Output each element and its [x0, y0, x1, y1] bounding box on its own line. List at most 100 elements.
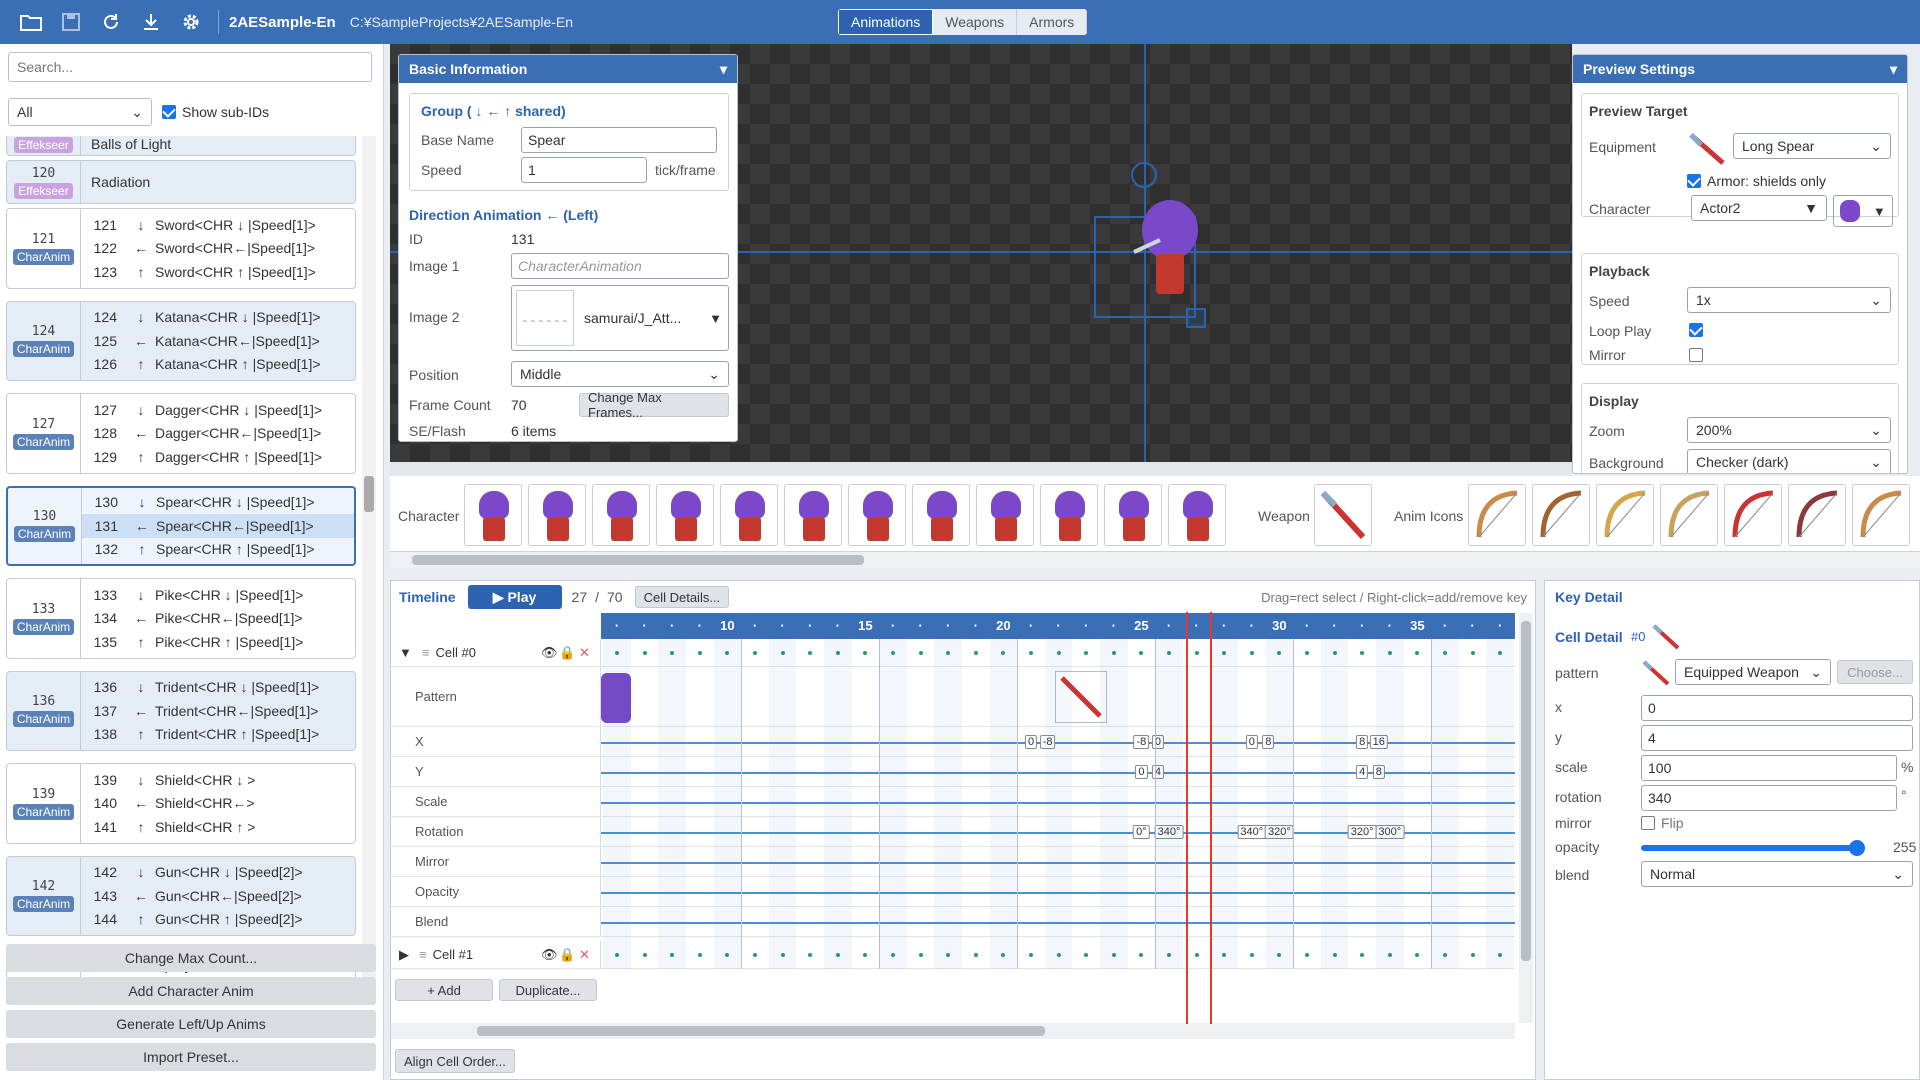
- reload-icon[interactable]: [98, 9, 124, 35]
- list-item[interactable]: 124 CharAnim 124 ↓ Katana<CHR ↓ |Speed[1]> 12…: [6, 300, 356, 381]
- armor-checkbox[interactable]: [1687, 174, 1701, 188]
- key-value[interactable]: 300°: [1375, 824, 1405, 839]
- flip-checkbox[interactable]: [1641, 816, 1655, 830]
- sub-row[interactable]: 138 ↑ Trident<CHR ↑ |Speed[1]>: [81, 723, 355, 747]
- sub-row[interactable]: 141 ↑ Shield<CHR ↑ >: [81, 815, 355, 839]
- property-track[interactable]: [601, 639, 1515, 666]
- key-value[interactable]: 340°: [1237, 824, 1267, 839]
- generate-left-up-button[interactable]: Generate Left/Up Anims: [6, 1010, 376, 1038]
- character-frame-thumb[interactable]: [528, 484, 586, 546]
- blend-select[interactable]: Normal ⌄: [1641, 861, 1913, 887]
- list-item[interactable]: 136 CharAnim 136 ↓ Trident<CHR ↓ |Speed[1]> 1…: [6, 670, 356, 751]
- key-value[interactable]: 0: [1151, 734, 1165, 749]
- property-track[interactable]: [601, 667, 1515, 726]
- drag-handle-icon[interactable]: ≡: [422, 645, 430, 660]
- open-folder-icon[interactable]: [18, 9, 44, 35]
- gear-icon[interactable]: [178, 9, 204, 35]
- cell-header[interactable]: ▼ ≡ Cell #0 👁 🔒 ✕: [391, 639, 601, 666]
- sub-row[interactable]: 130 ↓ Spear<CHR ↓ |Speed[1]>: [82, 491, 354, 515]
- show-subids-checkbox[interactable]: [162, 105, 176, 119]
- expand-icon[interactable]: ▼: [399, 645, 412, 660]
- key-value[interactable]: 320°: [1347, 824, 1377, 839]
- property-track[interactable]: 0° 340° 340° 320° 320° 300°: [601, 817, 1515, 846]
- add-character-anim-button[interactable]: Add Character Anim: [6, 977, 376, 1005]
- key-value[interactable]: -8: [1039, 734, 1056, 749]
- sub-row[interactable]: 128 ← Dagger<CHR←|Speed[1]>: [81, 422, 355, 446]
- delete-icon[interactable]: ✕: [579, 645, 590, 661]
- bow-icon[interactable]: [1596, 484, 1654, 546]
- rotation-input[interactable]: 340: [1641, 785, 1897, 811]
- character-frame-thumb[interactable]: [912, 484, 970, 546]
- timeline-v-thumb[interactable]: [1521, 621, 1531, 961]
- scale-input[interactable]: 100: [1641, 755, 1897, 781]
- change-max-frames-button[interactable]: Change Max Frames...: [579, 390, 729, 420]
- align-cell-order-button[interactable]: Align Cell Order...: [395, 1049, 515, 1073]
- property-track[interactable]: [601, 787, 1515, 816]
- eye-icon[interactable]: 👁: [541, 947, 558, 963]
- equipment-select[interactable]: Long Spear ⌄: [1733, 133, 1891, 159]
- frame-ruler[interactable]: · · · · 10 · · · · 15 · · · · 20 · · · · 25 · · · · 30 · · · · 35 · · ·: [601, 613, 1515, 639]
- playhead[interactable]: [1186, 612, 1212, 1024]
- speed-input[interactable]: 1: [521, 157, 647, 183]
- strip-scrollbar[interactable]: [390, 552, 1920, 568]
- bow-icon[interactable]: [1724, 484, 1782, 546]
- timeline-scroll-thumb[interactable]: [477, 1026, 1045, 1036]
- cell-header[interactable]: ▶ ≡ Cell #1 👁 🔒 ✕: [391, 941, 601, 968]
- key-value[interactable]: 16: [1369, 734, 1388, 749]
- character-frame-thumb[interactable]: [720, 484, 778, 546]
- spear-icon[interactable]: [1314, 484, 1372, 546]
- bow-icon[interactable]: [1788, 484, 1846, 546]
- sub-row[interactable]: 135 ↑ Pike<CHR ↑ |Speed[1]>: [81, 630, 355, 654]
- key-value[interactable]: 8: [1356, 734, 1369, 749]
- animation-list[interactable]: Effekseer Balls of Light 120 Effekseer Ra…: [0, 136, 372, 978]
- pattern-select[interactable]: Equipped Weapon ⌄: [1675, 659, 1831, 685]
- y-input[interactable]: 4: [1641, 725, 1913, 751]
- playback-speed-select[interactable]: 1x ⌄: [1687, 287, 1891, 313]
- character-frame-thumb[interactable]: [976, 484, 1034, 546]
- character-frame-thumb[interactable]: [848, 484, 906, 546]
- sub-row[interactable]: 126 ↑ Katana<CHR ↑ |Speed[1]>: [81, 353, 355, 377]
- character-frame-thumb[interactable]: [1168, 484, 1226, 546]
- import-preset-button[interactable]: Import Preset...: [6, 1043, 376, 1071]
- add-cell-button[interactable]: + Add: [395, 979, 493, 1001]
- key-value[interactable]: 0: [1024, 734, 1038, 749]
- preview-settings-header[interactable]: Preview Settings ▾: [1573, 55, 1907, 83]
- list-item[interactable]: 139 CharAnim 139 ↓ Shield<CHR ↓ > 140 ← Shield<…: [6, 763, 356, 844]
- key-value[interactable]: 4: [1356, 764, 1369, 779]
- image2-select[interactable]: samurai/J_Att... ▼: [511, 285, 729, 351]
- sub-row[interactable]: 140 ← Shield<CHR←>: [81, 792, 355, 816]
- sub-row[interactable]: 134 ← Pike<CHR←|Speed[1]>: [81, 607, 355, 631]
- character-frame-thumb[interactable]: [1104, 484, 1162, 546]
- rotation-handle[interactable]: [1131, 162, 1157, 188]
- key-value[interactable]: 8: [1262, 734, 1275, 749]
- bow-icon[interactable]: [1660, 484, 1718, 546]
- key-value[interactable]: 4: [1151, 764, 1165, 779]
- sub-row[interactable]: 132 ↑ Spear<CHR ↑ |Speed[1]>: [82, 538, 354, 562]
- property-track[interactable]: [601, 907, 1515, 936]
- sub-row[interactable]: 133 ↓ Pike<CHR ↓ |Speed[1]>: [81, 583, 355, 607]
- expand-icon[interactable]: ▶: [399, 947, 409, 963]
- sub-row[interactable]: 143 ← Gun<CHR←|Speed[2]>: [81, 884, 355, 908]
- cell-details-button[interactable]: Cell Details...: [634, 586, 730, 608]
- mirror-checkbox[interactable]: [1689, 348, 1703, 362]
- collapse-icon[interactable]: ▾: [1890, 61, 1897, 78]
- bow-icon[interactable]: [1532, 484, 1590, 546]
- property-track[interactable]: [601, 847, 1515, 876]
- background-select[interactable]: Checker (dark) ⌄: [1687, 449, 1891, 473]
- property-track[interactable]: 0 -8 -8 0 0 8 8 16: [601, 727, 1515, 756]
- list-item[interactable]: Effekseer Balls of Light: [6, 136, 356, 156]
- duplicate-cell-button[interactable]: Duplicate...: [499, 979, 597, 1001]
- sub-row[interactable]: 131 ← Spear<CHR←|Speed[1]>: [82, 514, 354, 538]
- opacity-slider-knob[interactable]: [1848, 840, 1865, 856]
- key-value[interactable]: 0: [1135, 764, 1148, 779]
- timeline-v-scrollbar[interactable]: [1519, 613, 1533, 1023]
- list-item[interactable]: 142 CharAnim 142 ↓ Gun<CHR ↓ |Speed[2]> 143 ← G…: [6, 855, 356, 936]
- list-item[interactable]: 120 Effekseer Radiation: [6, 160, 356, 204]
- preview-scrollbar[interactable]: [390, 462, 1572, 476]
- property-track[interactable]: [601, 941, 1515, 968]
- key-value[interactable]: -8: [1133, 734, 1150, 749]
- property-track[interactable]: 0448: [601, 757, 1515, 786]
- key-value[interactable]: 320°: [1265, 824, 1294, 839]
- tab-weapons[interactable]: Weapons: [933, 9, 1018, 35]
- sub-row[interactable]: 125 ← Katana<CHR←|Speed[1]>: [81, 329, 355, 353]
